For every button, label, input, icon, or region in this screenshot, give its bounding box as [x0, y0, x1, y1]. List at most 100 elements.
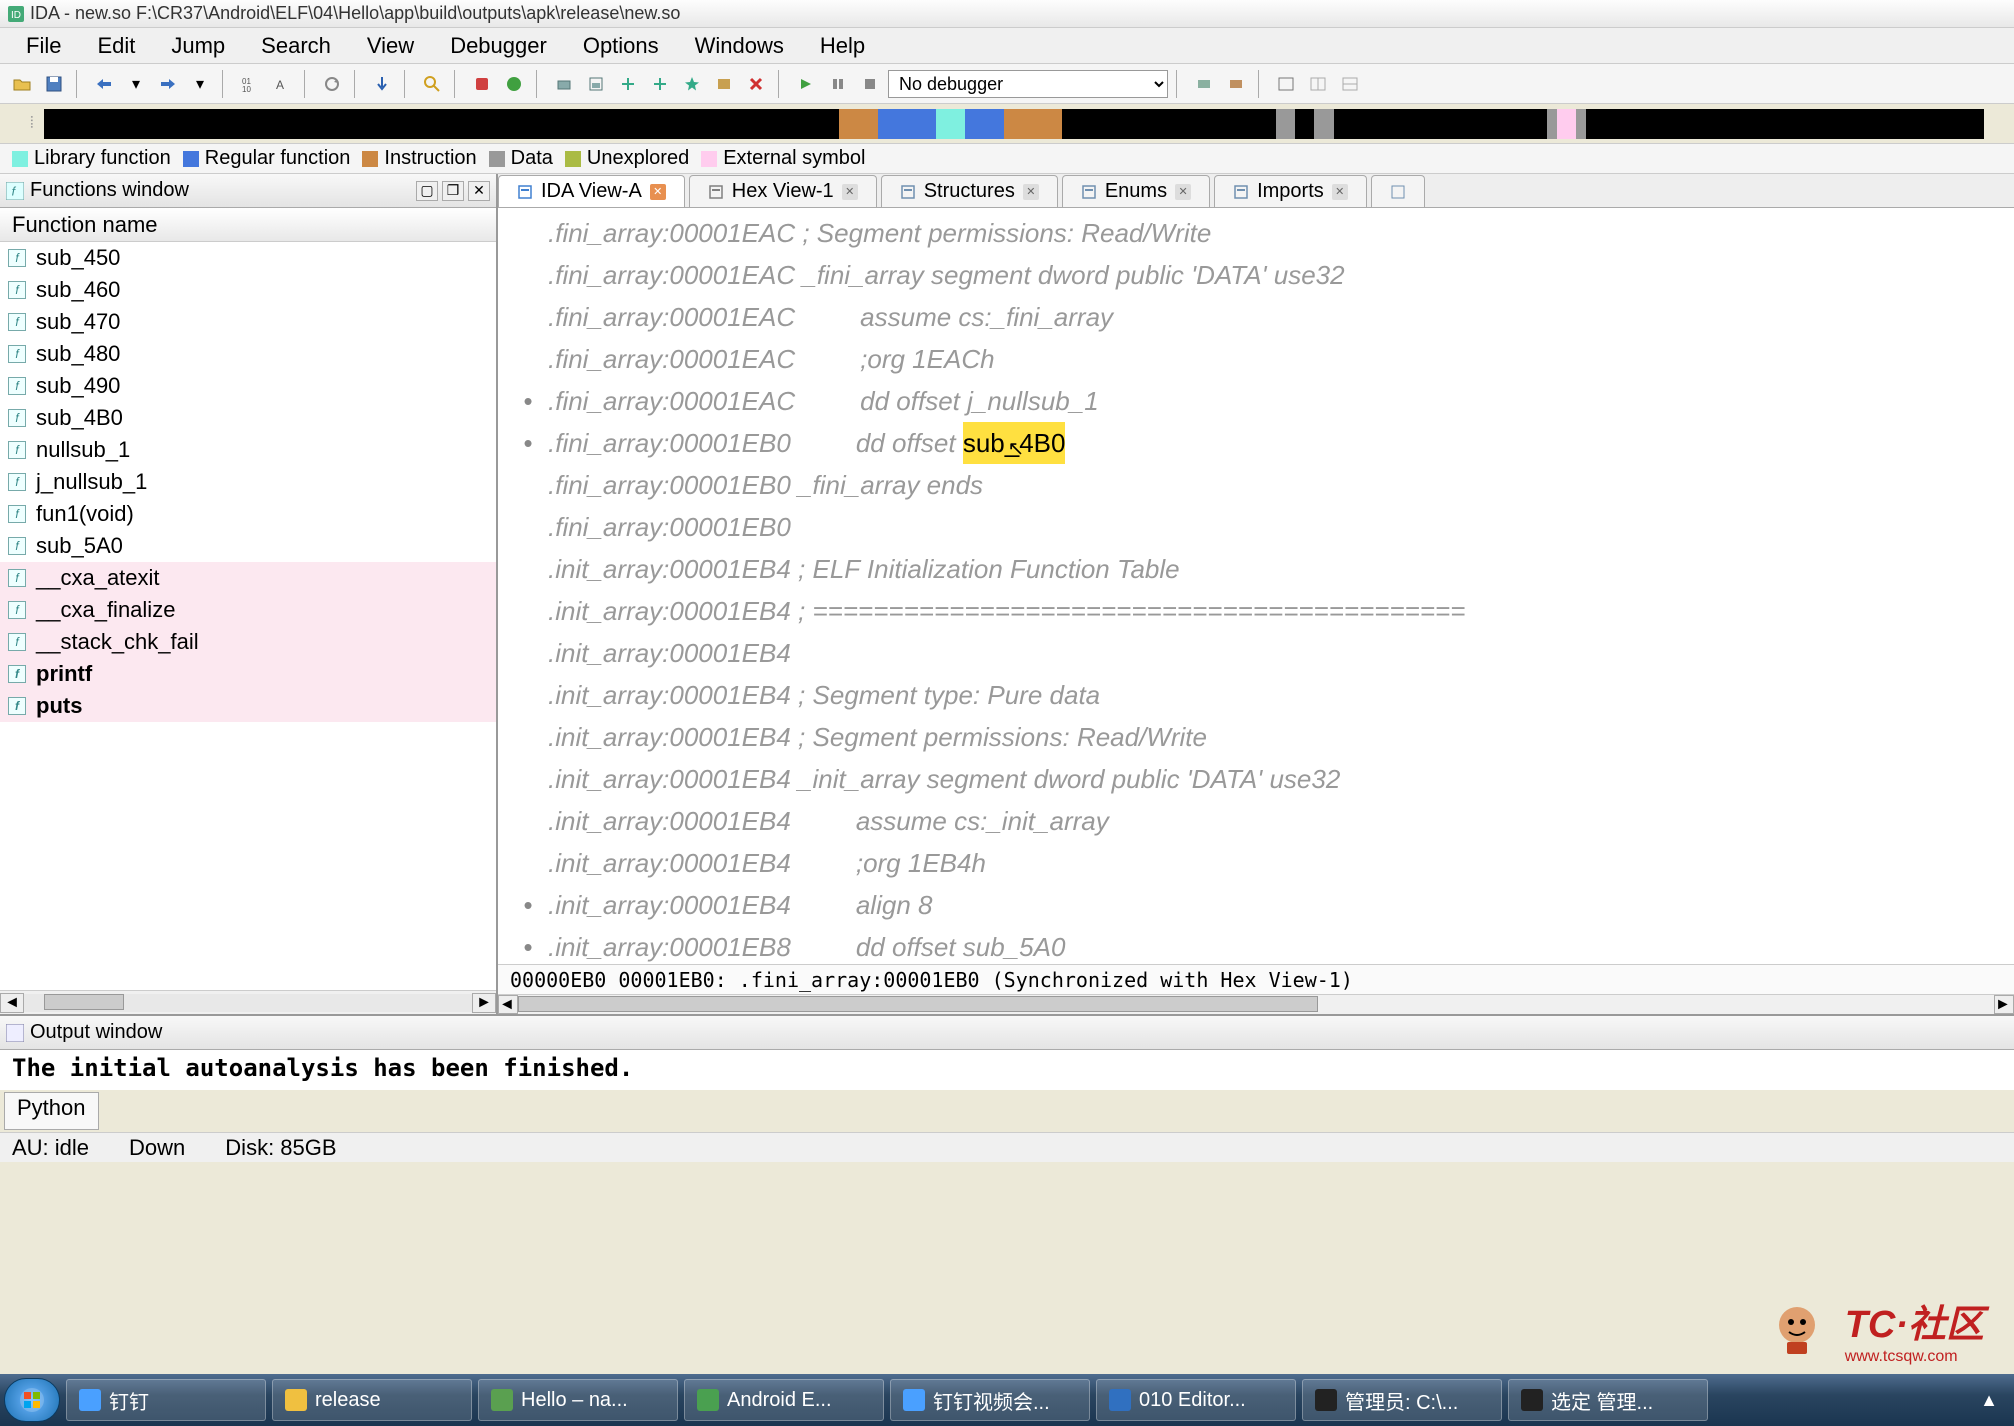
disasm-line[interactable]: .fini_array:00001EB0 [498, 506, 2014, 548]
taskbar-item[interactable]: Hello – na... [478, 1379, 678, 1421]
tab-structures[interactable]: Structures✕ [881, 175, 1058, 207]
down-arrow-icon[interactable] [368, 70, 396, 98]
function-item[interactable]: fsub_460 [0, 274, 496, 306]
disasm-line[interactable]: .fini_array:00001EAC ; Segment permissio… [498, 212, 2014, 254]
disasm-line[interactable]: .init_array:00001EB4 ;org 1EB4h [498, 842, 2014, 884]
function-item[interactable]: fsub_5A0 [0, 530, 496, 562]
tab-ida-view-a[interactable]: IDA View-A✕ [498, 175, 685, 207]
disasm-hscroll[interactable]: ◄ ► [498, 994, 2014, 1014]
star-icon[interactable] [678, 70, 706, 98]
forward-button[interactable] [154, 70, 182, 98]
play-button[interactable] [792, 70, 820, 98]
panel-restore-button[interactable]: ❐ [442, 181, 464, 201]
tab-close-button[interactable]: ✕ [1332, 184, 1348, 200]
text-icon[interactable]: A [268, 70, 296, 98]
tab-imports[interactable]: Imports✕ [1214, 175, 1367, 207]
disasm-line[interactable]: .init_array:00001EB4 assume cs:_init_arr… [498, 800, 2014, 842]
tab-close-button[interactable]: ✕ [842, 184, 858, 200]
edit-icon[interactable] [710, 70, 738, 98]
tab-close-button[interactable]: ✕ [1023, 184, 1039, 200]
functions-hscroll[interactable]: ◄ ► [0, 990, 496, 1014]
disasm-line[interactable]: .init_array:00001EB4 ; ELF Initializatio… [498, 548, 2014, 590]
function-item[interactable]: fsub_480 [0, 338, 496, 370]
search-icon[interactable] [418, 70, 446, 98]
function-item[interactable]: fsub_490 [0, 370, 496, 402]
debugger-select[interactable]: No debugger [888, 70, 1168, 98]
disasm-line[interactable]: .init_array:00001EB4 ; =================… [498, 590, 2014, 632]
panel-minimize-button[interactable]: ▢ [416, 181, 438, 201]
function-item[interactable]: fsub_470 [0, 306, 496, 338]
disasm-line[interactable]: .init_array:00001EB4 ; Segment permissio… [498, 716, 2014, 758]
taskbar-item[interactable]: 钉钉视频会... [890, 1379, 1090, 1421]
pause-button[interactable] [824, 70, 852, 98]
disasm-line[interactable]: .init_array:00001EB4 ; Segment type: Pur… [498, 674, 2014, 716]
tab-close-button[interactable]: ✕ [650, 184, 666, 200]
disasm-line[interactable]: .fini_array:00001EB0 _fini_array ends [498, 464, 2014, 506]
dbg-tool2[interactable] [1222, 70, 1250, 98]
menu-file[interactable]: File [8, 29, 79, 63]
function-item[interactable]: ffun1(void) [0, 498, 496, 530]
disasm-line[interactable]: •.fini_array:00001EB0 dd offset sub_4B0↖ [498, 422, 2014, 464]
function-item[interactable]: fsub_4B0 [0, 402, 496, 434]
menu-debugger[interactable]: Debugger [432, 29, 565, 63]
menu-options[interactable]: Options [565, 29, 677, 63]
function-item[interactable]: fsub_450 [0, 242, 496, 274]
taskbar-item[interactable]: 管理员: C:\... [1302, 1379, 1502, 1421]
menu-view[interactable]: View [349, 29, 432, 63]
disasm-line[interactable]: •.init_array:00001EB8 dd offset sub_5A0 [498, 926, 2014, 964]
function-item[interactable]: f__cxa_atexit [0, 562, 496, 594]
disasm-line[interactable]: .init_array:00001EB4 [498, 632, 2014, 674]
nav-overview[interactable] [44, 109, 1984, 139]
tool2-icon[interactable] [582, 70, 610, 98]
function-item[interactable]: fprintf [0, 658, 496, 690]
menu-search[interactable]: Search [243, 29, 349, 63]
plus1-icon[interactable] [614, 70, 642, 98]
disasm-line[interactable]: .fini_array:00001EAC ;org 1EACh [498, 338, 2014, 380]
disasm-line[interactable]: .fini_array:00001EAC assume cs:_fini_arr… [498, 296, 2014, 338]
panel-close-button[interactable]: ✕ [468, 181, 490, 201]
start-button[interactable] [4, 1378, 60, 1422]
taskbar-item[interactable]: 钉钉 [66, 1379, 266, 1421]
dbg-tool1[interactable] [1190, 70, 1218, 98]
disasm-line[interactable]: .fini_array:00001EAC _fini_array segment… [498, 254, 2014, 296]
window-tool3[interactable] [1336, 70, 1364, 98]
function-name-column[interactable]: Function name [0, 208, 496, 242]
taskbar-item[interactable]: 选定 管理... [1508, 1379, 1708, 1421]
disasm-line[interactable]: .init_array:00001EB4 _init_array segment… [498, 758, 2014, 800]
system-tray[interactable]: ▲ [1968, 1390, 2010, 1411]
tab-close-button[interactable]: ✕ [1175, 184, 1191, 200]
open-button[interactable] [8, 70, 36, 98]
python-prompt[interactable]: Python [4, 1092, 99, 1130]
menu-windows[interactable]: Windows [677, 29, 802, 63]
tray-icon[interactable]: ▲ [1980, 1390, 1998, 1411]
function-item[interactable]: f__stack_chk_fail [0, 626, 496, 658]
function-item[interactable]: fputs [0, 690, 496, 722]
refresh-icon[interactable] [318, 70, 346, 98]
disasm-line[interactable]: •.init_array:00001EB4 align 8 [498, 884, 2014, 926]
tab-enums[interactable]: Enums✕ [1062, 175, 1210, 207]
menu-help[interactable]: Help [802, 29, 883, 63]
window-tool1[interactable] [1272, 70, 1300, 98]
back-dropdown[interactable]: ▾ [122, 70, 150, 98]
tool1-icon[interactable] [550, 70, 578, 98]
menu-edit[interactable]: Edit [79, 29, 153, 63]
function-item[interactable]: fj_nullsub_1 [0, 466, 496, 498]
stop-sign-icon[interactable] [468, 70, 496, 98]
forward-dropdown[interactable]: ▾ [186, 70, 214, 98]
binary-icon[interactable]: 0110 [236, 70, 264, 98]
stop-button[interactable] [856, 70, 884, 98]
tab-hex-view-1[interactable]: Hex View-1✕ [689, 175, 877, 207]
taskbar-item[interactable]: release [272, 1379, 472, 1421]
menu-jump[interactable]: Jump [153, 29, 243, 63]
run-icon[interactable] [500, 70, 528, 98]
plus2-icon[interactable] [646, 70, 674, 98]
function-item[interactable]: fnullsub_1 [0, 434, 496, 466]
tab-overflow[interactable] [1371, 175, 1425, 207]
taskbar-item[interactable]: Android E... [684, 1379, 884, 1421]
save-button[interactable] [40, 70, 68, 98]
window-tool2[interactable] [1304, 70, 1332, 98]
disasm-line[interactable]: •.fini_array:00001EAC dd offset j_nullsu… [498, 380, 2014, 422]
back-button[interactable] [90, 70, 118, 98]
function-item[interactable]: f__cxa_finalize [0, 594, 496, 626]
disasm-view[interactable]: .fini_array:00001EAC ; Segment permissio… [498, 208, 2014, 964]
